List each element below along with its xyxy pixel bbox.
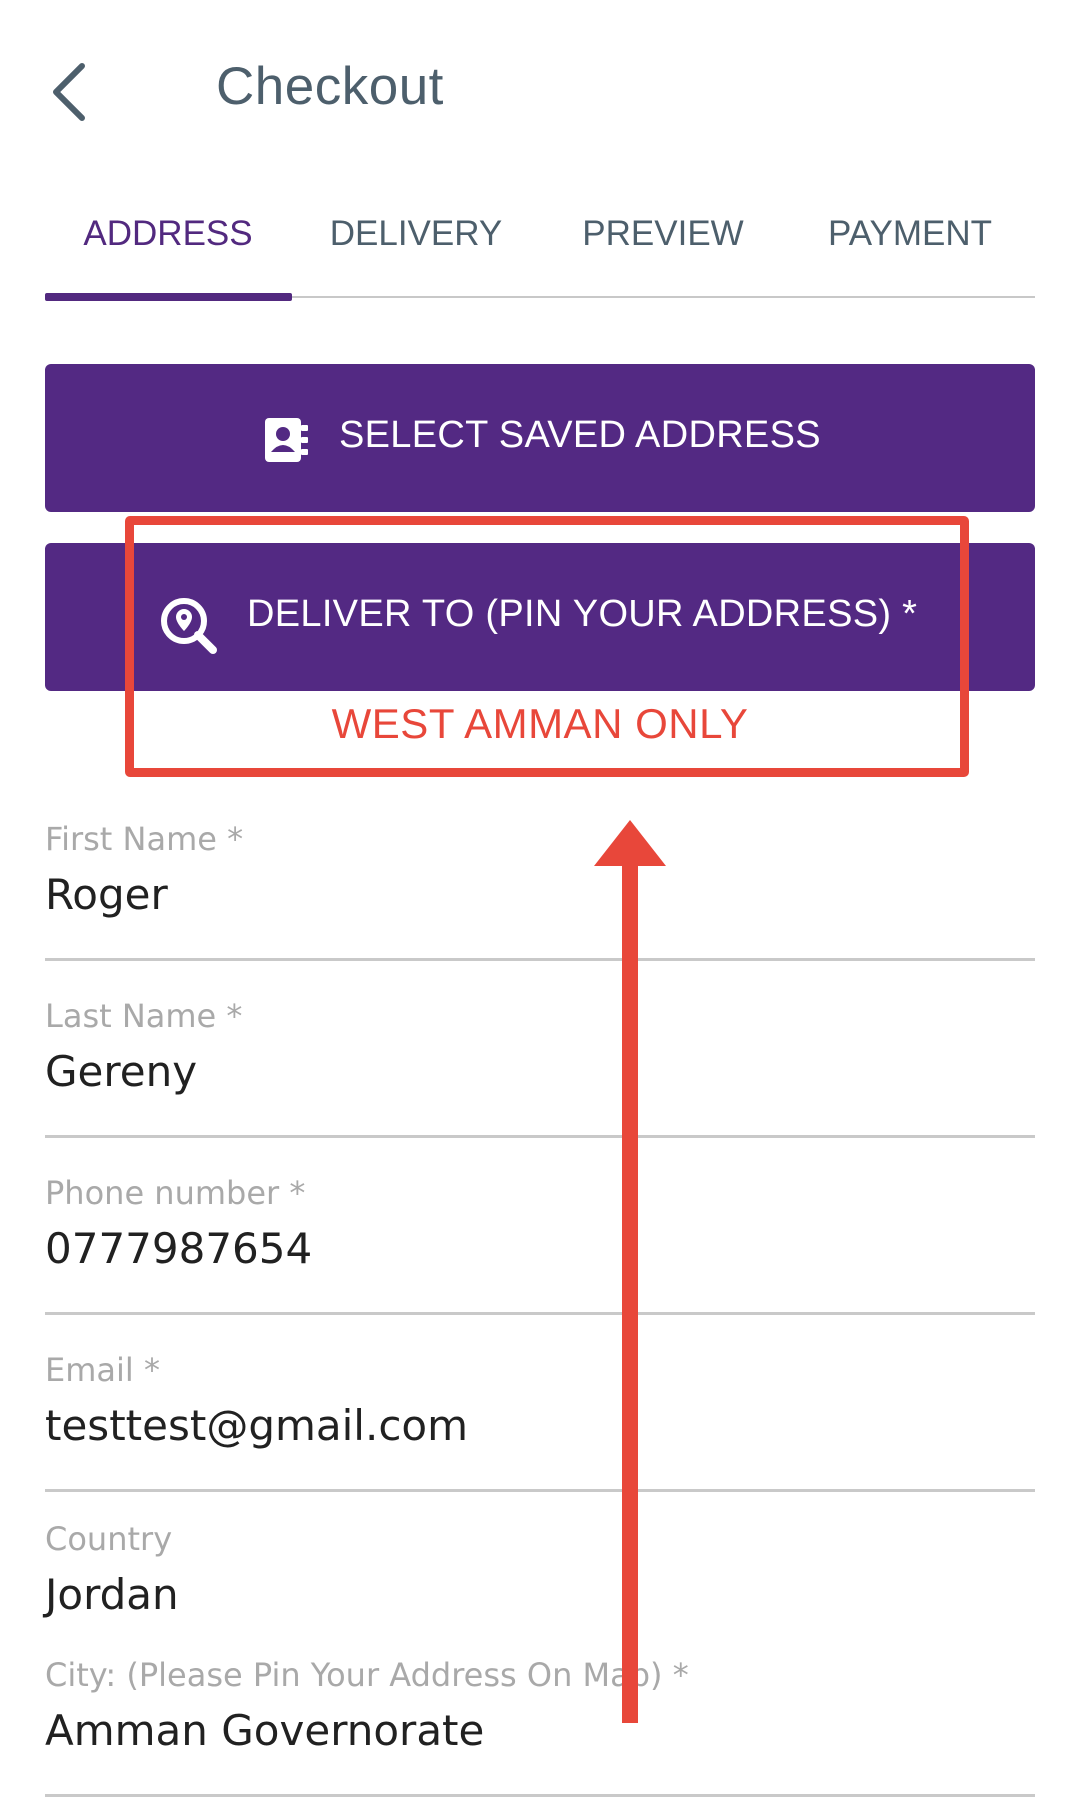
address-book-icon	[265, 418, 308, 462]
city-field[interactable]: City: (Please Pin Your Address On Map) *…	[45, 1656, 1035, 1806]
select-saved-address-button[interactable]: SELECT SAVED ADDRESS	[45, 364, 1035, 512]
city-value: Amman Governorate	[45, 1706, 485, 1755]
city-label: City: (Please Pin Your Address On Map) *	[45, 1656, 689, 1694]
tab-delivery[interactable]: DELIVERY	[293, 214, 539, 254]
first-name-value: Roger	[45, 870, 168, 919]
last-name-value: Gereny	[45, 1047, 198, 1096]
email-label: Email *	[45, 1351, 160, 1389]
active-tab-indicator	[45, 293, 292, 301]
country-field[interactable]: Country Jordan	[45, 1520, 1035, 1630]
email-field[interactable]: Email * testtest@gmail.com	[45, 1351, 1035, 1495]
checkout-tabs: ADDRESS DELIVERY PREVIEW PAYMENT	[45, 200, 1035, 301]
deliver-to-pin-address-button[interactable]: DELIVER TO (PIN YOUR ADDRESS) *	[45, 543, 1035, 691]
last-name-field[interactable]: Last Name * Gereny	[45, 997, 1035, 1141]
phone-number-label: Phone number *	[45, 1174, 306, 1212]
country-label: Country	[45, 1520, 173, 1558]
first-name-underline	[45, 958, 1035, 961]
tab-payment[interactable]: PAYMENT	[787, 214, 1033, 254]
last-name-underline	[45, 1135, 1035, 1138]
phone-number-field[interactable]: Phone number * 0777987654	[45, 1174, 1035, 1318]
phone-number-underline	[45, 1312, 1035, 1315]
last-name-label: Last Name *	[45, 997, 243, 1035]
phone-number-value: 0777987654	[45, 1224, 313, 1273]
back-button[interactable]	[46, 58, 96, 122]
select-saved-address-label: SELECT SAVED ADDRESS	[339, 414, 821, 456]
app-header: Checkout	[0, 0, 1080, 180]
chevron-left-icon	[53, 63, 85, 121]
tab-address[interactable]: ADDRESS	[45, 214, 291, 254]
tab-preview[interactable]: PREVIEW	[540, 214, 786, 254]
location-search-icon	[161, 598, 217, 654]
first-name-field[interactable]: First Name * Roger	[45, 820, 1035, 964]
city-underline	[45, 1794, 1035, 1797]
west-amman-only-note: WEST AMMAN ONLY	[331, 700, 749, 747]
email-underline	[45, 1489, 1035, 1492]
email-value: testtest@gmail.com	[45, 1401, 469, 1450]
first-name-label: First Name *	[45, 820, 244, 858]
deliver-to-label: DELIVER TO (PIN YOUR ADDRESS) *	[247, 593, 918, 635]
country-value: Jordan	[45, 1570, 179, 1619]
page-title: Checkout	[216, 57, 444, 116]
